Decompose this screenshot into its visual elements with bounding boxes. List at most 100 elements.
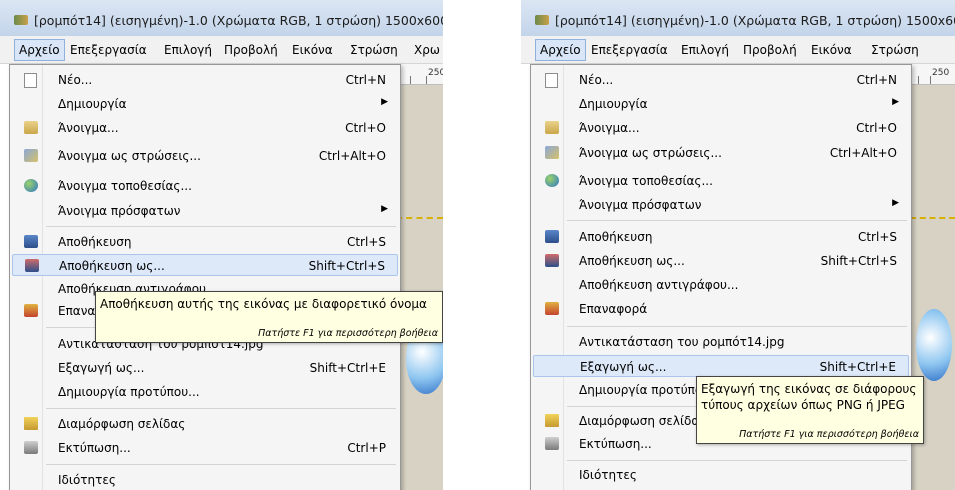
image-canvas[interactable]: 250 (396, 64, 443, 490)
menu-item-shortcut: Ctrl+Alt+O (318, 149, 386, 163)
folder-open-icon (545, 121, 559, 134)
page-setup-icon (24, 417, 38, 430)
menu-item-label: Άνοιγμα πρόσφατων (579, 198, 702, 212)
menu-edit[interactable]: Επεξεργασία (70, 43, 147, 57)
menu-item-print[interactable]: Εκτύπωση... Ctrl+P (12, 437, 398, 459)
menu-item-label: Εκτύπωση... (579, 437, 652, 451)
menu-item-shortcut: Shift+Ctrl+S (820, 254, 897, 268)
menu-item-save[interactable]: Αποθήκευση Ctrl+S (12, 231, 398, 253)
new-document-icon (24, 73, 37, 88)
tooltip: Εξαγωγή της εικόνας σε διάφορους τύπους … (696, 376, 924, 444)
gimp-window-left: [ρομπότ14] (εισηγμένη)-1.0 (Χρώματα RGB,… (0, 0, 443, 490)
save-icon (545, 230, 559, 243)
menu-item-open-location[interactable]: Άνοιγμα τοποθεσίας... (12, 175, 398, 197)
menu-item-label: Αποθήκευση (58, 235, 132, 249)
menu-item-open-recent[interactable]: Άνοιγμα πρόσφατων ▶ (533, 194, 909, 216)
menu-layer[interactable]: Στρώση (871, 43, 919, 57)
menu-item-label: Αποθήκευση ως... (579, 254, 685, 268)
menu-item-open-as-layers[interactable]: Άνοιγμα ως στρώσεις... Ctrl+Alt+O (12, 145, 398, 167)
menu-item-export-as[interactable]: Εξαγωγή ως... Shift+Ctrl+E (533, 355, 909, 377)
ruler-label: 250 (428, 68, 443, 78)
title-bar: [ρομπότ14] (εισηγμένη)-1.0 (Χρώματα RGB,… (521, 0, 955, 37)
menu-item-label: Ιδιότητες (579, 468, 637, 482)
globe-icon (24, 179, 38, 192)
menu-item-open[interactable]: Άνοιγμα... Ctrl+O (533, 117, 909, 139)
menu-item-open-as-layers[interactable]: Άνοιγμα ως στρώσεις... Ctrl+Alt+O (533, 142, 909, 164)
menu-colors[interactable]: Χρω (414, 43, 440, 57)
window-title: [ρομπότ14] (εισηγμένη)-1.0 (Χρώματα RGB,… (555, 13, 955, 28)
horizontal-ruler: 250 (396, 64, 443, 85)
tooltip-text: Αποθήκευση αυτής της εικόνας με διαφορετ… (100, 297, 427, 311)
menu-item-new[interactable]: Νέο... Ctrl+N (12, 69, 398, 91)
menu-view[interactable]: Προβολή (224, 43, 278, 57)
menu-item-label: Εξαγωγή ως... (580, 360, 667, 374)
menu-item-label: Δημιουργία προτύπου... (58, 385, 200, 399)
print-icon (24, 441, 38, 454)
submenu-arrow-icon: ▶ (892, 97, 899, 107)
menu-image[interactable]: Εικόνα (811, 43, 852, 57)
tooltip-hint: Πατήστε F1 για περισσότερη βοήθεια (739, 429, 919, 440)
menu-item-properties[interactable]: Ιδιότητες (12, 469, 398, 490)
title-bar: [ρομπότ14] (εισηγμένη)-1.0 (Χρώματα RGB,… (0, 0, 443, 37)
menu-view[interactable]: Προβολή (743, 43, 797, 57)
gimp-app-icon (14, 15, 28, 25)
menu-separator (46, 226, 396, 227)
robot-image-part (916, 309, 952, 381)
menu-item-save-as[interactable]: Αποθήκευση ως... Shift+Ctrl+S (12, 254, 398, 276)
menu-image[interactable]: Εικόνα (292, 43, 333, 57)
menu-item-properties[interactable]: Ιδιότητες (533, 464, 909, 486)
menu-item-revert[interactable]: Επαναφορά (533, 298, 909, 320)
menu-item-label: Άνοιγμα... (58, 121, 119, 135)
menu-item-create-template[interactable]: Δημιουργία προτύπου... (12, 381, 398, 403)
menu-item-open-location[interactable]: Άνοιγμα τοποθεσίας... (533, 170, 909, 192)
menu-item-shortcut: Shift+Ctrl+E (309, 361, 386, 375)
menu-select[interactable]: Επιλογή (681, 43, 729, 57)
print-icon (545, 437, 559, 450)
menu-item-label: Δημιουργία (579, 97, 648, 111)
submenu-arrow-icon: ▶ (892, 198, 899, 208)
horizontal-ruler: 250 (910, 64, 955, 85)
gimp-app-icon (535, 15, 549, 25)
window-title: [ρομπότ14] (εισηγμένη)-1.0 (Χρώματα RGB,… (34, 13, 443, 28)
save-as-icon (25, 259, 39, 272)
menu-item-label: Άνοιγμα πρόσφατων (58, 204, 181, 218)
menu-item-create[interactable]: Δημιουργία ▶ (12, 93, 398, 115)
menu-file[interactable]: Αρχείο (535, 39, 586, 61)
menu-item-page-setup[interactable]: Διαμόρφωση σελίδας (12, 413, 398, 435)
menu-item-label: Διαμόρφωση σελίδας (579, 414, 707, 428)
menu-item-label: Αντικατάσταση του ρομπότ14.jpg (579, 335, 785, 349)
menu-item-shortcut: Ctrl+N (345, 73, 386, 87)
menu-item-label: Άνοιγμα τοποθεσίας... (58, 179, 192, 193)
menu-item-open-recent[interactable]: Άνοιγμα πρόσφατων ▶ (12, 200, 398, 222)
menu-item-label: Διαμόρφωση σελίδας (58, 417, 186, 431)
layers-icon (545, 146, 559, 159)
menu-item-overwrite[interactable]: Αντικατάσταση του ρομπότ14.jpg (533, 331, 909, 353)
menu-item-label: Άνοιγμα ως στρώσεις... (58, 149, 201, 163)
menu-edit[interactable]: Επεξεργασία (591, 43, 668, 57)
menu-item-save-copy[interactable]: Αποθήκευση αντιγράφου... (533, 274, 909, 296)
menu-item-label: Επαναφορά (579, 302, 648, 316)
save-icon (24, 235, 38, 248)
tooltip-text: Εξαγωγή της εικόνας σε διάφορους τύπους … (701, 382, 917, 412)
menu-select[interactable]: Επιλογή (164, 43, 212, 57)
menu-item-save[interactable]: Αποθήκευση Ctrl+S (533, 226, 909, 248)
ruler-tick (426, 76, 427, 84)
page-setup-icon (545, 414, 559, 427)
submenu-arrow-icon: ▶ (381, 204, 388, 214)
menu-file[interactable]: Αρχείο (14, 39, 65, 61)
globe-icon (545, 174, 559, 187)
menu-layer[interactable]: Στρώση (350, 43, 398, 57)
menu-item-label: Εξαγωγή ως... (58, 361, 145, 375)
revert-icon (545, 302, 559, 315)
new-document-icon (545, 73, 558, 88)
menu-item-new[interactable]: Νέο... Ctrl+N (533, 69, 909, 91)
menu-item-create[interactable]: Δημιουργία ▶ (533, 93, 909, 115)
gimp-window-right: [ρομπότ14] (εισηγμένη)-1.0 (Χρώματα RGB,… (521, 0, 955, 490)
menu-item-open[interactable]: Άνοιγμα... Ctrl+O (12, 117, 398, 139)
menu-item-label: Αποθήκευση αντιγράφου... (579, 278, 739, 292)
menu-item-export-as[interactable]: Εξαγωγή ως... Shift+Ctrl+E (12, 357, 398, 379)
save-as-icon (545, 254, 559, 267)
menu-separator (46, 408, 396, 409)
menu-item-save-as[interactable]: Αποθήκευση ως... Shift+Ctrl+S (533, 250, 909, 272)
menu-separator (567, 326, 907, 327)
